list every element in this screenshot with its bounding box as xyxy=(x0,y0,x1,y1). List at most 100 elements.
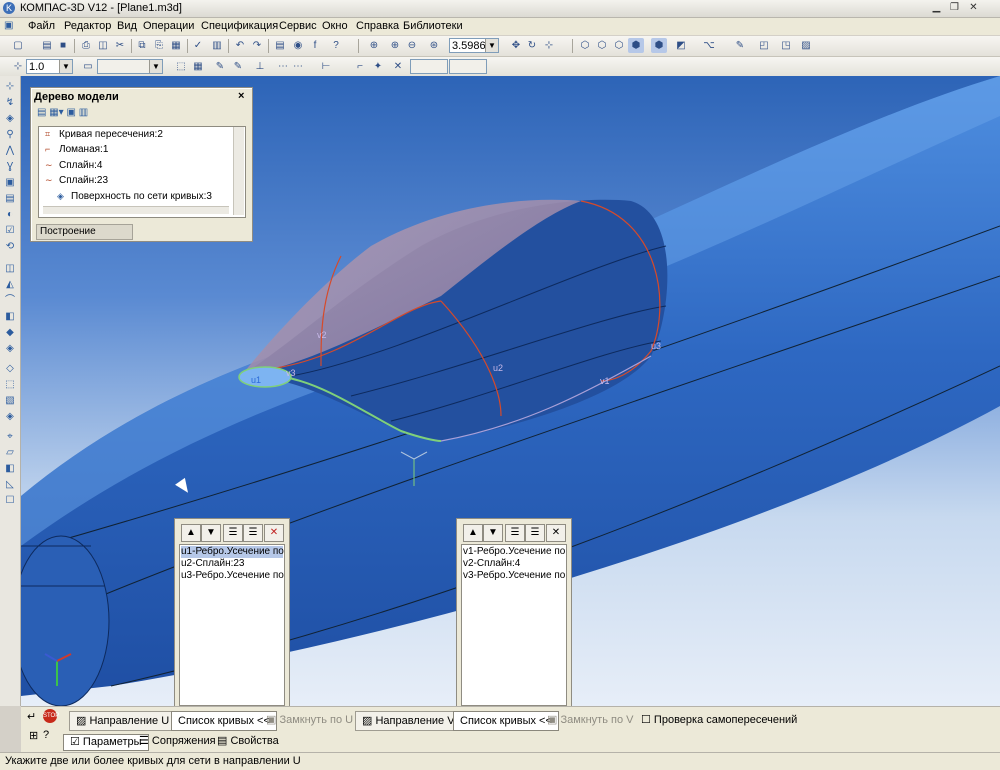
tab-links[interactable]: ☰ Сопряжения xyxy=(139,734,216,749)
tool-icon[interactable]: ▤ xyxy=(3,192,17,206)
list-item[interactable]: v2-Сплайн:4 xyxy=(463,558,520,570)
close-u-toggle[interactable]: ▣ Замкнуть по U xyxy=(266,711,353,729)
remove-icon[interactable]: ☰ xyxy=(525,524,545,542)
tool-icon[interactable]: ◐ xyxy=(3,208,17,222)
add-icon[interactable]: ☰ xyxy=(505,524,525,542)
table-icon[interactable]: ▥ xyxy=(209,38,225,53)
libraries-icon[interactable]: ◉ xyxy=(290,38,306,53)
menu-file[interactable]: Файл xyxy=(28,20,55,32)
stop-icon[interactable]: STOP xyxy=(43,709,59,723)
add-icon[interactable]: ☰ xyxy=(223,524,243,542)
selfcheck-checkbox[interactable]: ☐ Проверка самопересечений xyxy=(641,711,797,729)
tool-icon[interactable]: ⌖ xyxy=(3,430,17,444)
shaded-icon[interactable]: ⬢ xyxy=(628,38,644,53)
hidden-lines-icon[interactable]: ⬡ xyxy=(594,38,610,53)
tool-icon[interactable]: ◆ xyxy=(3,326,17,340)
sketch-icon[interactable]: ⌐ xyxy=(352,59,368,74)
view-icon[interactable]: ▨ xyxy=(798,38,814,53)
save-icon[interactable]: ■ xyxy=(55,38,71,53)
clipboard-icon[interactable]: ▦ xyxy=(168,38,184,53)
move-up-icon[interactable]: ▲ xyxy=(181,524,201,542)
round-icon[interactable]: ⋯ xyxy=(290,59,306,74)
edit-part-icon[interactable]: ✎ xyxy=(732,38,748,53)
tree-hscrollbar[interactable] xyxy=(43,206,229,214)
move-down-icon[interactable]: ▼ xyxy=(483,524,503,542)
curve-list-u-box[interactable]: u1-Ребро.Усечение по u2-Сплайн:23 u3-Реб… xyxy=(179,544,285,706)
tool-icon[interactable]: ◭ xyxy=(3,278,17,292)
local-cs-icon[interactable]: ✎ xyxy=(212,59,228,74)
state-icon[interactable]: ⬚ xyxy=(173,59,189,74)
scale-combo[interactable]: 1.0 ▼ xyxy=(26,59,73,74)
new-icon[interactable]: ▢ xyxy=(10,38,26,53)
y-coord-field[interactable] xyxy=(449,59,487,74)
tool-icon[interactable]: ◧ xyxy=(3,462,17,476)
grid-icon[interactable]: ▦ xyxy=(190,59,206,74)
tree-item[interactable]: ◈ Поверхность по сети кривых:3 xyxy=(57,191,212,202)
tab-properties[interactable]: ▤ Свойства xyxy=(217,734,279,749)
list-item[interactable]: u1-Ребро.Усечение по xyxy=(181,546,284,558)
zoom-scale-icon[interactable]: ⊛ xyxy=(426,38,442,53)
move-up-icon[interactable]: ▲ xyxy=(463,524,483,542)
tree-item[interactable]: ∼ Сплайн:4 xyxy=(45,160,102,171)
param-icon[interactable]: ⊢ xyxy=(318,59,334,74)
tab-params[interactable]: ☑ Параметры xyxy=(63,734,149,751)
zoom-window-icon[interactable]: ⊕ xyxy=(366,38,382,53)
maximize-button[interactable]: ❐ xyxy=(947,1,962,14)
menu-specification[interactable]: Спецификация xyxy=(201,20,278,32)
menu-operations[interactable]: Операции xyxy=(143,20,194,32)
list-item[interactable]: v1-Ребро.Усечение по xyxy=(463,546,565,558)
tree-item[interactable]: ∼ Сплайн:23 xyxy=(45,175,108,186)
tool-icon[interactable]: ⋀ xyxy=(3,144,17,158)
tool-icon[interactable]: ☑ xyxy=(3,224,17,238)
wireframe-icon[interactable]: ⬡ xyxy=(577,38,593,53)
hidden-thin-icon[interactable]: ⬡ xyxy=(611,38,627,53)
delete-icon[interactable]: ✕ xyxy=(264,524,284,542)
preview-icon[interactable]: ◫ xyxy=(95,38,111,53)
print-icon[interactable]: ⎙ xyxy=(78,38,94,53)
x-coord-icon[interactable]: ✕ xyxy=(390,59,406,74)
tree-mode-icon[interactable]: ▤ ▦▾ ▣ ▥ xyxy=(37,107,88,118)
properties-icon[interactable]: ✓ xyxy=(190,38,206,53)
curve-list-v-box[interactable]: v1-Ребро.Усечение по v2-Сплайн:4 v3-Ребр… xyxy=(461,544,567,706)
zoom-out-icon[interactable]: ⊖ xyxy=(404,38,420,53)
cursor-snap-icon[interactable]: ✦ xyxy=(370,59,386,74)
grid-snap-icon[interactable]: ⋯ xyxy=(275,59,291,74)
tool-icon[interactable]: ⬚ xyxy=(3,378,17,392)
tool-icon[interactable]: ↯ xyxy=(3,96,17,110)
close-v-toggle[interactable]: ▣ Замкнуть по V xyxy=(547,711,633,729)
coordinates-icon[interactable]: ⊹ xyxy=(10,59,26,74)
snap-icon[interactable]: ⊥ xyxy=(252,59,268,74)
tab-direction-u[interactable]: ▨ Направление U xyxy=(69,711,177,731)
close-icon[interactable]: × xyxy=(238,90,244,102)
tool-icon[interactable]: ◧ xyxy=(3,310,17,324)
zoom-combo[interactable]: 3.5986 ▼ xyxy=(449,38,499,53)
tree-tab-build[interactable]: Построение xyxy=(36,224,133,240)
close-window-button[interactable]: ✕ xyxy=(966,1,981,14)
perspective-icon[interactable]: ◩ xyxy=(673,38,689,53)
manager-icon[interactable]: ▤ xyxy=(272,38,288,53)
menu-edit[interactable]: Редактор xyxy=(64,20,111,32)
tool-icon[interactable]: Ɣ xyxy=(3,160,17,174)
section-icon[interactable]: ◳ xyxy=(778,38,794,53)
style-combo[interactable]: ▼ xyxy=(97,59,163,74)
chevron-down-icon[interactable]: ▼ xyxy=(149,60,162,73)
curve-u1[interactable] xyxy=(238,366,292,388)
filter-icon[interactable]: ⌥ xyxy=(701,38,717,53)
tree-item[interactable]: ⌗ Кривая пересечения:2 xyxy=(45,129,163,140)
tab-curve-list-u[interactable]: Список кривых << xyxy=(171,711,277,731)
move-down-icon[interactable]: ▼ xyxy=(201,524,221,542)
zoom-in-icon[interactable]: ⊕ xyxy=(387,38,403,53)
tab-direction-v[interactable]: ▨ Направление V xyxy=(355,711,462,731)
list-item[interactable]: u2-Сплайн:23 xyxy=(181,558,245,570)
tool-icon[interactable]: ◇ xyxy=(3,362,17,376)
menu-view[interactable]: Вид xyxy=(117,20,137,32)
paste-icon[interactable]: ⎘ xyxy=(151,38,167,53)
tree-scrollbar[interactable] xyxy=(233,127,244,215)
cut-icon[interactable]: ✂ xyxy=(112,38,128,53)
rotate-icon[interactable]: ↻ xyxy=(524,38,540,53)
tab-curve-list-v[interactable]: Список кривых << xyxy=(453,711,559,731)
tool-icon[interactable]: ◈ xyxy=(3,112,17,126)
menu-service[interactable]: Сервис xyxy=(279,20,317,32)
pin-icon[interactable]: ↵ xyxy=(27,710,36,723)
question-icon[interactable]: ? xyxy=(43,729,49,741)
